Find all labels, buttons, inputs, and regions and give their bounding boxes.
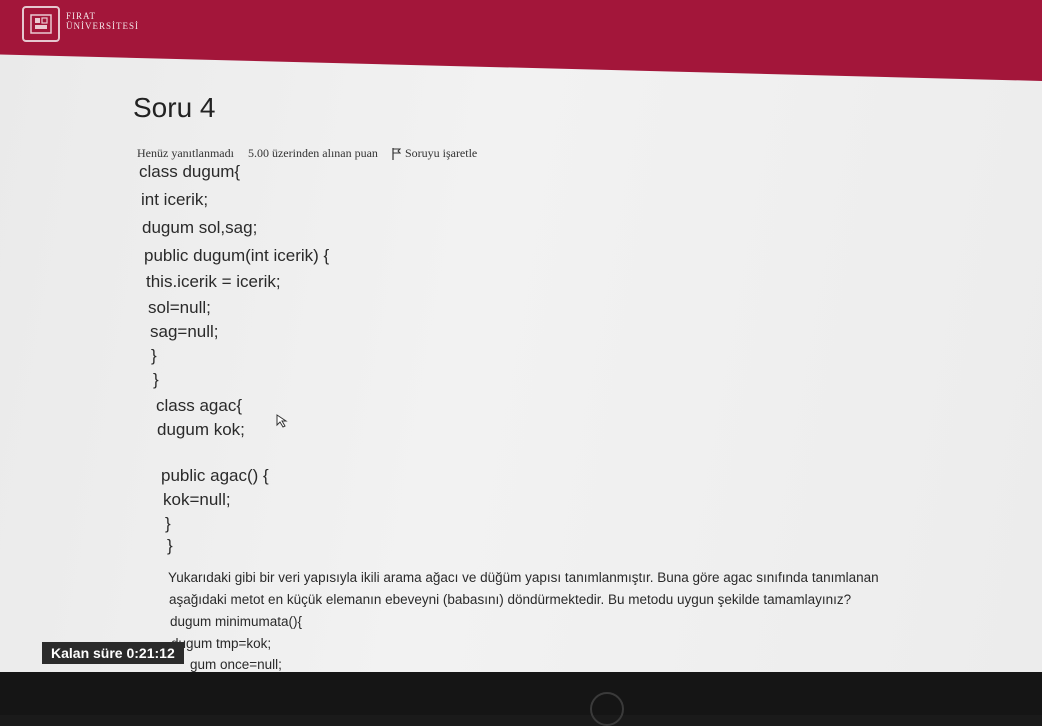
remaining-time-badge: Kalan süre 0:21:12 xyxy=(42,642,184,664)
browser-screen: FIRAT ÜNİVERSİTESİ Soru 4 Henüz yanıtlan… xyxy=(0,0,1042,680)
code-line: dugum kok; xyxy=(157,420,245,439)
code-line: int icerik; xyxy=(141,190,209,209)
code-line: sag=null; xyxy=(150,322,219,341)
monitor-bezel xyxy=(0,672,1042,715)
method-code-line: gum once=null; xyxy=(190,657,282,672)
code-line: this.icerik = icerik; xyxy=(146,272,281,291)
code-line: sol=null; xyxy=(148,298,211,317)
code-line: class dugum{ xyxy=(139,162,241,181)
code-line: } xyxy=(167,536,173,555)
question-meta: Henüz yanıtlanmadı 5.00 üzerinden alınan… xyxy=(137,146,477,161)
code-line: } xyxy=(153,370,159,389)
question-paragraph-line2: aşağıdaki metot en küçük elemanın ebevey… xyxy=(169,592,852,607)
hp-logo-icon xyxy=(590,692,624,726)
university-name-line1: FIRAT xyxy=(66,11,97,21)
code-line: dugum sol,sag; xyxy=(142,218,258,237)
method-code-line: dugum tmp=kok; xyxy=(171,636,272,651)
flag-icon xyxy=(392,147,401,160)
answer-status: Henüz yanıtlanmadı xyxy=(137,146,234,160)
university-header xyxy=(0,0,1042,81)
flag-question-label: Soruyu işaretle xyxy=(404,146,478,160)
code-line: kok=null; xyxy=(163,490,231,509)
university-name-line2: ÜNİVERSİTESİ xyxy=(66,21,139,31)
flag-question-link[interactable]: Soruyu işaretle xyxy=(392,146,477,161)
code-line: public dugum(int icerik) { xyxy=(144,246,330,265)
code-line: public agac() { xyxy=(161,466,269,485)
code-line: class agac{ xyxy=(156,396,242,415)
question-points: 5.00 üzerinden alınan puan xyxy=(247,146,378,160)
question-paragraph-line1: Yukarıdaki gibi bir veri yapısıyla ikili… xyxy=(168,570,879,585)
university-name: FIRAT ÜNİVERSİTESİ xyxy=(66,11,139,31)
code-line: } xyxy=(151,346,157,365)
method-code-line: dugum minimumata(){ xyxy=(170,614,303,629)
mouse-cursor-icon xyxy=(276,414,288,428)
university-logo-icon[interactable] xyxy=(22,6,60,42)
question-title: Soru 4 xyxy=(133,92,216,123)
code-line: } xyxy=(165,514,171,533)
